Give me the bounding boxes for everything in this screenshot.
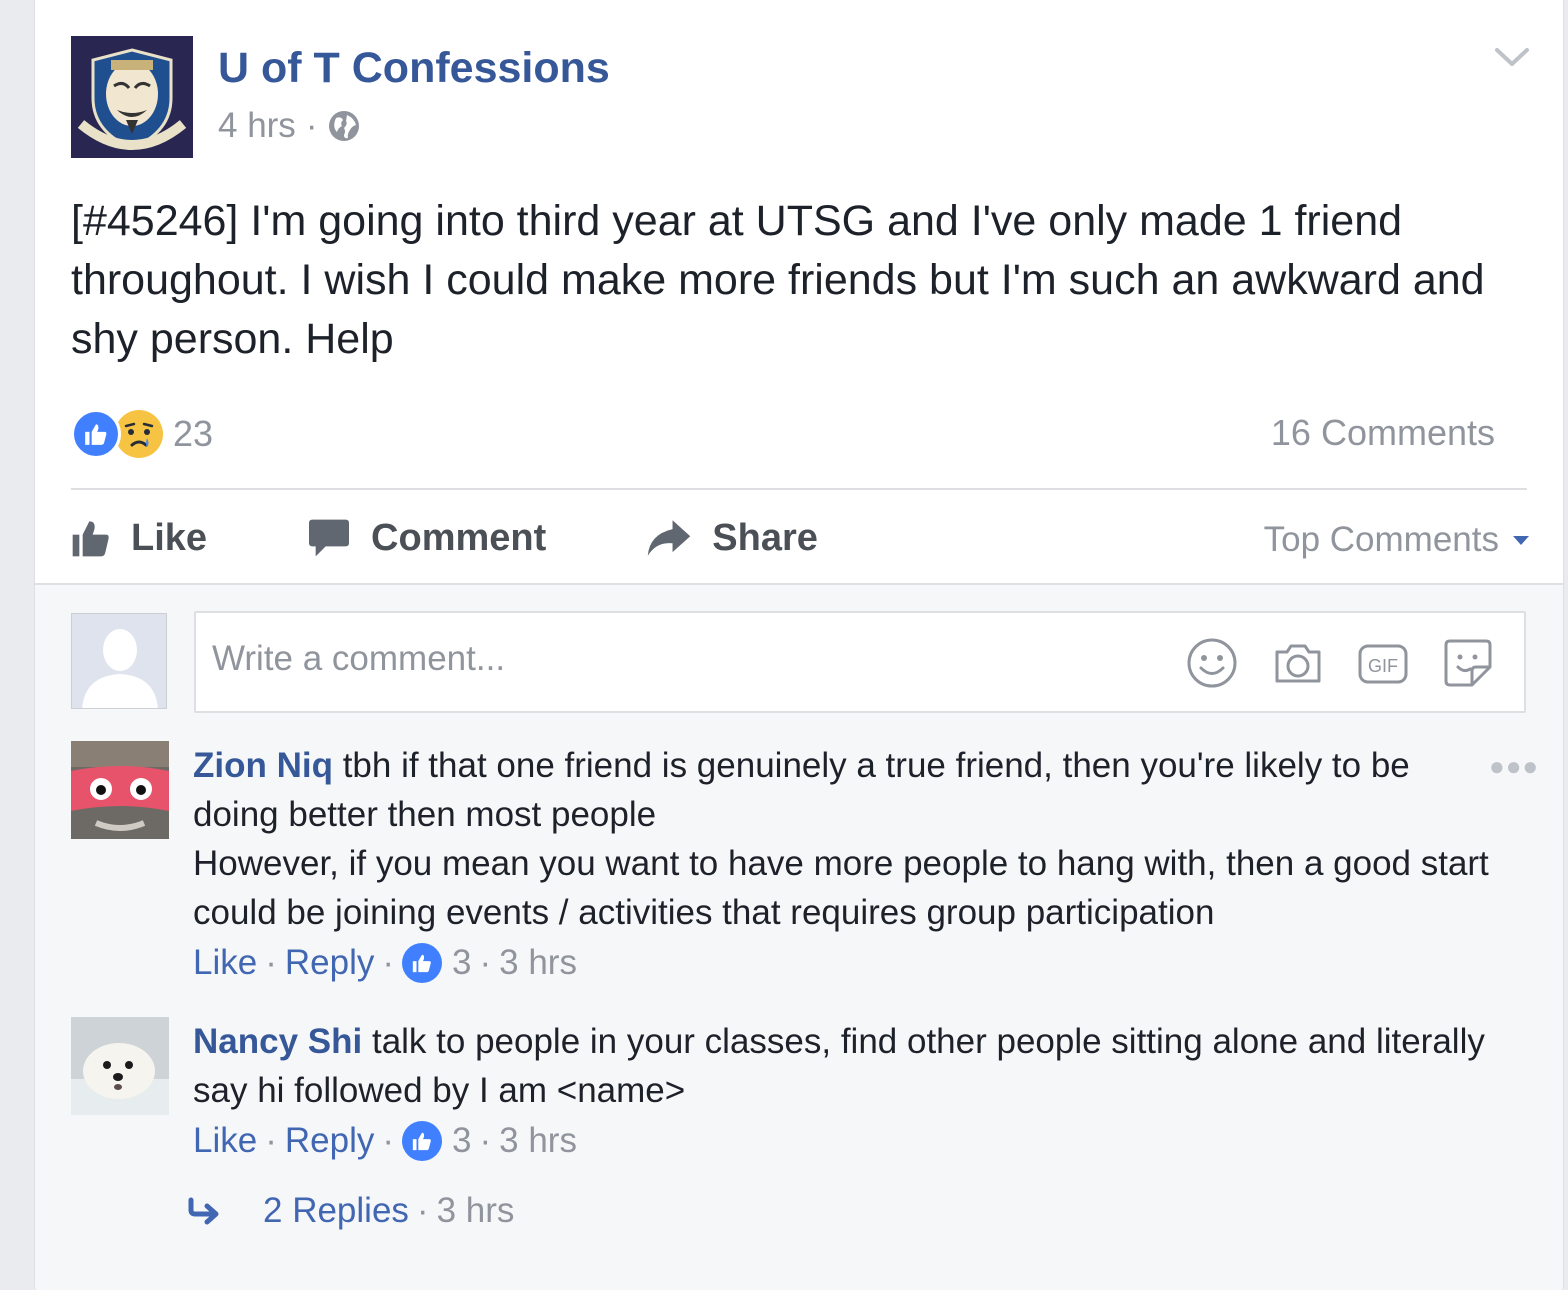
comment-timestamp[interactable]: 3 hrs <box>499 1121 577 1161</box>
comment-like-button[interactable]: Like <box>193 943 257 983</box>
gif-icon[interactable]: GIF <box>1357 637 1409 689</box>
comment-like-count[interactable]: 3 <box>452 1121 471 1161</box>
meta-separator: · <box>265 1121 277 1160</box>
share-arrow-icon <box>648 520 691 556</box>
reactions-summary[interactable]: 23 <box>71 408 213 460</box>
default-profile-icon <box>72 614 166 708</box>
comment-options-more-icon[interactable]: ●●● <box>1489 751 1539 782</box>
meta-separator: · <box>479 943 492 982</box>
comment-reply-button[interactable]: Reply <box>285 943 374 983</box>
comment-composer[interactable]: Write a comment... GIF <box>194 611 1526 713</box>
commenter-avatar[interactable] <box>71 741 169 839</box>
comment-body: Nancy Shi talk to people in your classes… <box>193 1017 1493 1115</box>
comment-text: talk to people in your classes, find oth… <box>193 1022 1485 1110</box>
current-user-avatar <box>71 613 167 709</box>
comment-meta: Like · Reply · 3 · 3 hrs <box>193 1121 577 1161</box>
comment-meta: Like · Reply · 3 · 3 hrs <box>193 943 577 983</box>
share-button[interactable]: Share <box>646 517 818 560</box>
view-replies[interactable]: 2 Replies · 3 hrs <box>185 1191 514 1231</box>
comment-author[interactable]: Zion Niq <box>193 746 333 785</box>
comment-input-placeholder[interactable]: Write a comment... <box>212 639 505 679</box>
comment-reply-button[interactable]: Reply <box>285 1121 374 1161</box>
replies-count-link[interactable]: 2 Replies <box>263 1191 409 1231</box>
sad-reaction-icon <box>115 410 163 458</box>
comment-text: tbh if that one friend is genuinely a tr… <box>193 746 1410 834</box>
zion-niq-avatar-image <box>71 741 169 839</box>
post-meta: 4 hrs · <box>218 106 361 146</box>
emoji-icon[interactable] <box>1186 637 1238 689</box>
post-options-chevron-icon[interactable] <box>1493 42 1531 72</box>
like-reaction-icon[interactable] <box>402 1121 443 1161</box>
comment-text-continued: However, if you mean you want to have mo… <box>193 844 1489 932</box>
replies-timestamp: 3 hrs <box>436 1191 515 1230</box>
post-card: U of T Confessions 4 hrs · [#45246] I'm … <box>34 0 1564 1290</box>
caret-down-icon <box>1513 535 1529 545</box>
comment-like-button[interactable]: Like <box>193 1121 257 1161</box>
reply-arrow-icon <box>188 1197 219 1225</box>
post-text: [#45246] I'm going into third year at UT… <box>71 197 1485 363</box>
page-avatar[interactable] <box>71 36 193 158</box>
meta-separator: · <box>382 1121 395 1160</box>
thumbs-up-icon <box>72 521 109 557</box>
comments-section: Write a comment... GIF ●●● Zion Niq tbh … <box>35 583 1563 1290</box>
meta-separator: · <box>265 943 277 982</box>
comment-sort-dropdown[interactable]: Top Comments <box>1264 520 1529 560</box>
like-button-label: Like <box>131 516 208 559</box>
comment-button[interactable]: Comment <box>307 517 546 560</box>
like-reaction-icon[interactable] <box>402 943 443 983</box>
comment-author[interactable]: Nancy Shi <box>193 1022 362 1061</box>
page-name[interactable]: U of T Confessions <box>218 44 610 93</box>
reaction-count: 23 <box>173 413 214 454</box>
nancy-shi-avatar-image <box>71 1017 169 1115</box>
like-reaction-icon <box>71 409 121 459</box>
comments-count-link[interactable]: 16 Comments <box>1271 412 1495 454</box>
like-button[interactable]: Like <box>71 517 207 560</box>
sticker-icon[interactable] <box>1442 637 1494 689</box>
commenter-avatar[interactable] <box>71 1017 169 1115</box>
post-timestamp[interactable]: 4 hrs <box>218 106 296 146</box>
comment-body: Zion Niq tbh if that one friend is genui… <box>193 741 1493 937</box>
meta-separator: · <box>479 1121 492 1160</box>
confessions-logo-icon <box>71 36 193 158</box>
camera-icon[interactable] <box>1272 637 1324 689</box>
comment-button-label: Comment <box>371 516 547 559</box>
post-actions: Like Comment Share <box>71 510 818 566</box>
comment-like-count[interactable]: 3 <box>452 943 471 983</box>
comment-sort-label: Top Comments <box>1263 520 1499 559</box>
meta-separator: · <box>305 106 318 145</box>
meta-separator: · <box>382 943 395 982</box>
globe-icon[interactable] <box>327 109 361 143</box>
speech-bubble-icon <box>309 519 350 557</box>
share-button-label: Share <box>712 516 818 559</box>
comment-timestamp[interactable]: 3 hrs <box>499 943 577 983</box>
meta-separator: · <box>416 1191 429 1230</box>
divider <box>71 488 1527 490</box>
gif-icon-label: GIF <box>1368 656 1398 676</box>
